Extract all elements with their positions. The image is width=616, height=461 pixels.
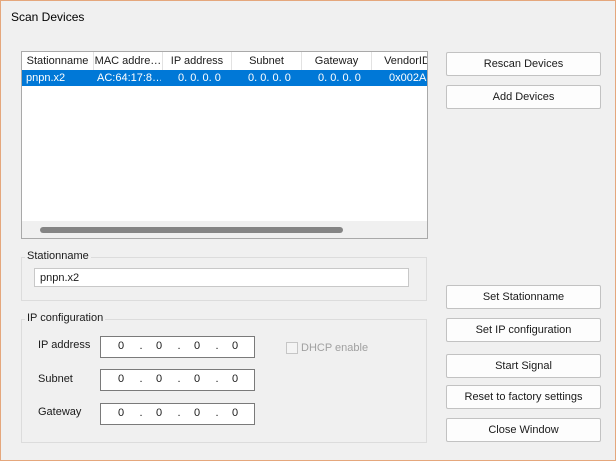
device-list[interactable]: Stationname MAC addre… IP address Subnet… [21,51,428,239]
subnet-octet-3[interactable]: 0 [187,373,207,385]
subnet-field[interactable]: 0 . 0 . 0 . 0 [100,369,255,391]
octet-separator: . [139,407,143,419]
octet-separator: . [215,373,219,385]
stationname-input[interactable]: pnpn.x2 [34,268,409,287]
column-header-gateway[interactable]: Gateway [302,52,372,70]
cell-stationname: pnpn.x2 [26,72,66,84]
octet-separator: . [177,407,181,419]
subnet-octet-2[interactable]: 0 [149,373,169,385]
subnet-octet-1[interactable]: 0 [111,373,131,385]
column-header-vendorid[interactable]: VendorID [372,52,427,70]
cell-gateway: 0. 0. 0. 0 [318,72,361,84]
ip-octet-4[interactable]: 0 [225,340,245,352]
gateway-octet-2[interactable]: 0 [149,407,169,419]
gateway-field[interactable]: 0 . 0 . 0 . 0 [100,403,255,425]
horizontal-scrollbar[interactable] [22,221,427,238]
octet-separator: . [215,340,219,352]
ip-configuration-group-label: IP configuration [25,312,106,324]
ip-octet-1[interactable]: 0 [111,340,131,352]
gateway-label: Gateway [38,406,82,418]
gateway-octet-4[interactable]: 0 [225,407,245,419]
table-row[interactable]: pnpn.x2 AC:64:17:8… 0. 0. 0. 0 0. 0. 0. … [22,70,427,86]
cell-ip-address: 0. 0. 0. 0 [178,72,221,84]
subnet-octet-4[interactable]: 0 [225,373,245,385]
scan-devices-window: Scan Devices Stationname MAC addre… IP a… [0,0,616,461]
octet-separator: . [215,407,219,419]
start-signal-button[interactable]: Start Signal [446,354,601,378]
octet-separator: . [139,340,143,352]
cell-vendorid: 0x002A [389,72,427,84]
column-header-ip-address[interactable]: IP address [163,52,232,70]
stationname-group-label: Stationname [25,250,91,262]
ip-octet-3[interactable]: 0 [187,340,207,352]
cell-subnet: 0. 0. 0. 0 [248,72,291,84]
set-stationname-button[interactable]: Set Stationname [446,285,601,309]
ip-address-label: IP address [38,339,91,351]
window-title: Scan Devices [11,10,85,24]
ip-address-field[interactable]: 0 . 0 . 0 . 0 [100,336,255,358]
set-ip-configuration-button[interactable]: Set IP configuration [446,318,601,342]
rescan-devices-button[interactable]: Rescan Devices [446,52,601,76]
cell-mac-address: AC:64:17:8… [97,72,161,84]
column-header-mac-address[interactable]: MAC addre… [94,52,163,70]
dhcp-enable-label: DHCP enable [301,342,369,354]
ip-octet-2[interactable]: 0 [149,340,169,352]
column-header-subnet[interactable]: Subnet [232,52,302,70]
reset-factory-settings-button[interactable]: Reset to factory settings [446,385,601,409]
octet-separator: . [177,340,181,352]
gateway-octet-1[interactable]: 0 [111,407,131,419]
close-window-button[interactable]: Close Window [446,418,601,442]
octet-separator: . [139,373,143,385]
scrollbar-thumb[interactable] [40,227,343,233]
column-header-stationname[interactable]: Stationname [22,52,94,70]
subnet-label: Subnet [38,373,73,385]
list-header: Stationname MAC addre… IP address Subnet… [22,52,427,70]
gateway-octet-3[interactable]: 0 [187,407,207,419]
dhcp-enable-checkbox[interactable] [286,342,298,354]
octet-separator: . [177,373,181,385]
add-devices-button[interactable]: Add Devices [446,85,601,109]
